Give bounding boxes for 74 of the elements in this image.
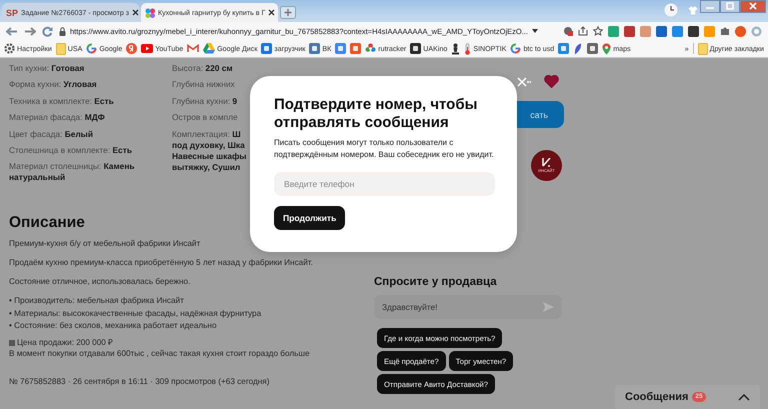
description-text: Состояние отличное, использовалась бережно. [9,276,192,288]
spec-text: Материал столешницы: Камень натуральный [9,161,136,184]
price-text: Цена продажи: 200 000 ₽ [17,337,114,348]
video-icon [141,44,154,53]
close-button[interactable] [740,0,766,13]
folder-icon [698,42,708,54]
extension-icon[interactable] [688,26,699,36]
square-icon [9,340,15,346]
bookmark-icon[interactable] [558,43,570,54]
spec-text: Столешница в комплекте: Есть [9,144,133,156]
puzzle-icon[interactable] [720,26,730,36]
list-item: • Производитель: мебельная фабрика Инсайт [9,295,185,306]
close-icon[interactable] [268,9,276,16]
spec-text: Форма кухни: Угловая [9,79,98,90]
spec-text: Глубина нижних [172,79,236,90]
chess-piece-icon[interactable] [451,42,460,54]
caret-icon[interactable] [532,29,538,33]
description-text: Премиум-кухня б/у от мебельной фабрики Инсайт [9,238,202,250]
extension-icon[interactable] [624,26,635,36]
thermometer-icon [464,42,472,54]
description-text: В момент покупки отдавали 600тыс , сейчас такая кухня стоит гораздо больше [9,348,311,360]
forward-icon[interactable] [24,26,36,36]
maximize-button[interactable] [720,0,740,13]
spec-text: Цвет фасада: Белый [9,128,94,140]
logo-mark-icon [540,158,552,168]
reload-icon[interactable] [42,26,53,36]
tab-favicon: SP [6,8,18,18]
flower-icon [365,43,376,54]
sync-icon[interactable] [751,26,762,36]
listing-meta: № 7675852883 · 26 сентября в 16:11 · 309 просмотров (+63 сегодня) [9,376,270,388]
chevron-icon[interactable] [738,394,750,400]
share-icon[interactable] [578,26,588,36]
lock-icon [59,26,66,36]
list-item: • Состояние: без сколов, механика работает идеально [9,320,218,332]
clock-icon[interactable] [664,3,678,17]
profile-icon[interactable] [735,26,746,36]
map-pin-icon [602,42,612,54]
google-icon [510,43,522,54]
close-icon[interactable] [132,9,140,16]
feather-icon[interactable] [573,42,584,54]
section-heading: Спросите у продавца [374,275,498,289]
bookmark-icon[interactable] [335,43,346,54]
drive-icon [203,43,216,54]
continue-button[interactable]: Продолжить [274,206,346,230]
spec-text: Высота: 220 см [172,63,234,74]
star-icon[interactable] [593,26,603,36]
spec-text: Техника в комплекте: Есть [9,96,115,107]
spec-text: Глубина кухни: 9 [172,96,238,107]
spec-text: Комплектация: Ш под духовку, Шка Навесные шкафы вытяжку, Сушил [172,128,248,173]
minimize-button[interactable] [700,0,720,13]
folder-icon [56,42,66,54]
heart-icon[interactable] [544,75,559,88]
mail-icon[interactable] [187,44,200,53]
blocked-icon[interactable] [563,26,573,36]
dots-icon [145,8,155,18]
spec-text: Материал фасада: МДФ [9,112,106,124]
description-text: Продаём кухню премиум-класса приобретённую 5 лет назад у фабрики Инсайт. [9,257,314,268]
new-tab-icon[interactable] [280,6,296,19]
gear-icon [4,43,15,54]
extension-icon[interactable] [656,26,667,36]
compare-icon[interactable] [517,76,531,86]
back-icon[interactable] [6,26,18,36]
google-icon [86,43,98,54]
modal-title: Подтвердите номер, чтобы отправлять сообщения [274,96,478,132]
spec-text: Тип кухни: Готовая [9,63,86,74]
phone-field[interactable]: Введите телефон [274,172,495,196]
yandex-icon[interactable] [126,43,138,54]
bookmark-icon[interactable] [587,43,598,54]
list-item: • Материалы: высококачественные фасады, надёжная фурнитура [9,308,262,319]
message-field[interactable]: Здравствуйте! [374,295,562,319]
bookmark-icon[interactable] [350,43,362,54]
section-heading: Описание [9,214,85,232]
spec-text: Остров в компле [172,112,239,124]
modal-text: Писать сообщения могут только пользователи с подтверждённым номером. Ваш собеседник его не увидит. [274,137,495,161]
